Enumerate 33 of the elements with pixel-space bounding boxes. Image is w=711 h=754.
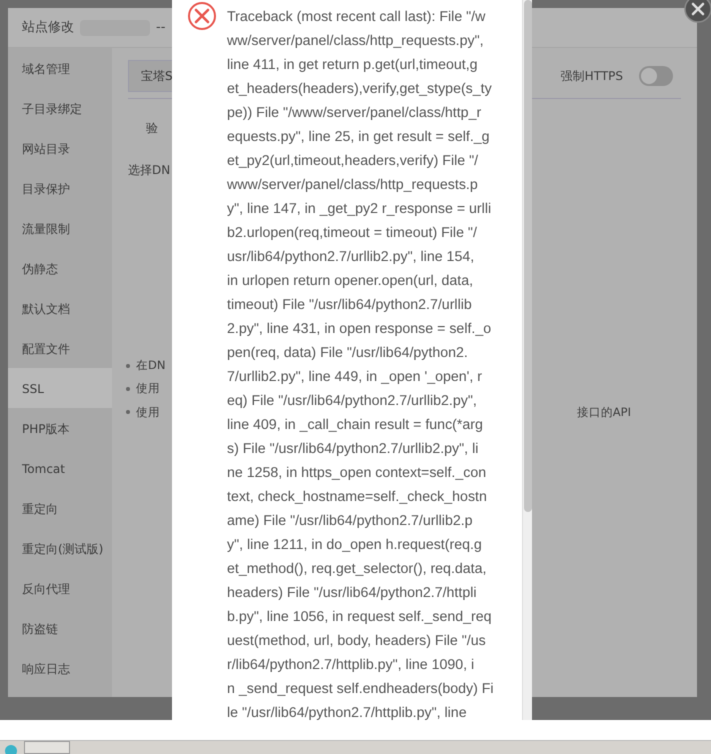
- sidebar-item[interactable]: 反向代理: [8, 568, 112, 608]
- sidebar-item[interactable]: 重定向(测试版): [8, 528, 112, 568]
- bullet-icon: [126, 410, 130, 414]
- force-https-label: 强制HTTPS: [560, 68, 623, 85]
- window-title: 站点修改: [22, 18, 74, 37]
- error-message: Traceback (most recent call last): File "/w ww/server/panel/class/http_requests.py", line 411, in get return p.get(url,timeout,g et_headers(headers),verify,get_stype(s_ty pe)) File "/www/server/panel/class/http_r equests.py", line 25, in get result = self._g et_py2(url,timeout,headers,verify) File "/ www/server/panel/class/http_requests.p y", line 147, in _get_py2 r_response = urlli b2.urlopen(req,timeout = timeout) File "/ usr/lib64/python2.7/urllib2.py", line 154, in urlopen return opener.open(url, data, timeout) File "/usr/lib64/python2.7/urllib 2.py", line 431, in open response = self._o pen(req, data) File "/usr/lib64/python2. 7/urllib2.py", line 449, in _open '_open', r eq) File "/usr/lib64/python2.7/urllib2.py", line 409, in _call_chain result = func(*arg s) File "/usr/lib64/python2.7/urllib2.py", li ne 1258, in https_open context=self._con text, check_hostname=self._check_hostn ame) File "/usr/lib64/python2.7/urllib2.p y", line 1211, in do_open h.request(req.g et_method(), req.get_selector(), req.data, headers) File "/usr/lib64/python2.7/httpli b.py", line 1056, in request self._send_req uest(method, url, body, headers) File "/us r/lib64/python2.7/httplib.py", line 1090, i n _send_request self.endheaders(body) Fi le "/usr/lib64/python2.7/httplib.py", line: [227, 8, 494, 720]
- sidebar-item[interactable]: 伪静态: [8, 248, 112, 288]
- sidebar-item[interactable]: 目录保护: [8, 168, 112, 208]
- sidebar-item[interactable]: 默认文档: [8, 288, 112, 328]
- sidebar-item[interactable]: 网站目录: [8, 128, 112, 168]
- sidebar-item[interactable]: SSL: [8, 368, 112, 408]
- taskbar-button[interactable]: [24, 741, 70, 754]
- dns-label: 选择DN: [128, 163, 170, 177]
- sidebar-item[interactable]: PHP版本: [8, 408, 112, 448]
- sidebar-item[interactable]: 响应日志: [8, 648, 112, 688]
- note-text: 使用: [136, 404, 160, 420]
- bullet-icon: [126, 364, 130, 368]
- note-text: 接口的API: [576, 404, 631, 420]
- sidebar-item[interactable]: Tomcat: [8, 448, 112, 488]
- sidebar-item[interactable]: 子目录绑定: [8, 88, 112, 128]
- note-text: 使用: [136, 380, 160, 398]
- close-icon[interactable]: [683, 0, 711, 24]
- note-text: 在DN: [136, 357, 166, 374]
- error-icon: [187, 1, 217, 31]
- sidebar-item[interactable]: 重定向: [8, 488, 112, 528]
- verify-label: 验: [146, 121, 158, 135]
- sidebar-item[interactable]: 域名管理: [8, 48, 112, 88]
- toggle-switch[interactable]: [639, 66, 673, 86]
- window-title-suffix: --: [156, 18, 166, 37]
- sidebar-item[interactable]: 流量限制: [8, 208, 112, 248]
- sidebar-item[interactable]: 配置文件: [8, 328, 112, 368]
- sidebar-item[interactable]: 防盗链: [8, 608, 112, 648]
- bullet-icon: [126, 386, 130, 391]
